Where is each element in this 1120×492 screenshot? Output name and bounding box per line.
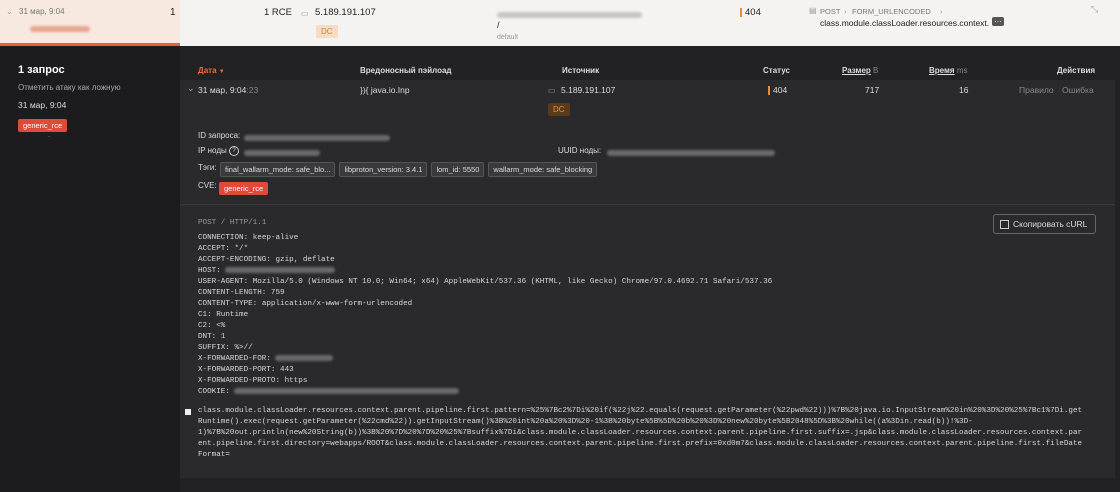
attack-summary-row[interactable]: ⌄ 31 мар, 9:04 1 1 RCE ▭ 5.189.191.107 D… (0, 0, 1120, 46)
top-param: class.module.classLoader.resources.conte… (820, 18, 990, 28)
header-line: X-FORWARDED-FOR: (198, 354, 772, 365)
tags-label: Тэги: (198, 163, 217, 172)
header-line: ACCEPT: */* (198, 245, 249, 253)
request-headers: CONNECTION: keep-alive ACCEPT: */* ACCEP… (198, 233, 772, 398)
row-time: 16 (959, 85, 969, 95)
cve-badge: generic_rce (219, 178, 269, 196)
attack-badge: generic_rce (18, 115, 68, 133)
row-date: 31 мар, 9:04:23 (198, 85, 259, 95)
tag: final_wallarm_mode: safe_blo... (220, 162, 336, 177)
request-id-label: ID запроса: (198, 131, 241, 140)
chevron-down-icon[interactable]: ⌄ (6, 7, 13, 16)
request-body: class.module.classLoader.resources.conte… (198, 406, 1082, 461)
collapse-icon[interactable]: ⤡ (1091, 4, 1098, 15)
top-path-sub: default (497, 34, 519, 41)
row-ip[interactable]: 5.189.191.107 (561, 85, 615, 95)
header-line: C2: <% (198, 322, 226, 330)
body-line: 1)%7B%20out.println(new%20String(b))%3B%… (198, 429, 1083, 437)
rule-action[interactable]: Правило (1019, 85, 1054, 95)
selected-cell[interactable]: ⌄ 31 мар, 9:04 (0, 0, 180, 46)
mark-false-positive-link[interactable]: Отметить атаку как ложную (18, 83, 121, 92)
header-line: SUFFIX: %>// (198, 344, 253, 352)
header-line: X-FORWARDED-PROTO: https (198, 377, 308, 385)
header-line: HOST: (198, 266, 772, 277)
column-status-header: Статус (763, 66, 790, 75)
node-uuid-label: UUID ноды: (558, 146, 602, 155)
header-line: CONTENT-TYPE: application/x-www-form-url… (198, 300, 413, 308)
sidebar-title: 1 запрос (18, 64, 65, 76)
header-line: ACCEPT-ENCODING: gzip, deflate (198, 256, 335, 264)
body-marker-icon (185, 409, 191, 415)
help-icon: ? (228, 146, 239, 156)
row-status: 404 (768, 85, 787, 96)
chevron-down-icon[interactable]: ⌄ (187, 83, 195, 94)
column-date-header[interactable]: Дата ▼ (198, 66, 225, 75)
header-line: DNT: 1 (198, 333, 226, 341)
divider (180, 204, 1115, 205)
request-line: POST / HTTP/1.1 (198, 219, 267, 227)
hits-count: 1 (170, 7, 176, 18)
dc-badge: DC (548, 99, 570, 117)
param-icon: ▤ (809, 6, 817, 15)
body-line: class.module.classLoader.resources.conte… (198, 407, 1083, 415)
top-date: 31 мар, 9:04 (19, 7, 65, 16)
top-path[interactable]: / (497, 20, 500, 30)
attack-type[interactable]: 1 RCE (264, 7, 292, 18)
column-actions-header: Действия (1057, 66, 1096, 75)
header-line: CONTENT-LENGTH: 759 (198, 289, 285, 297)
copy-icon (1000, 220, 1009, 230)
column-size-header[interactable]: Размер B (842, 66, 878, 75)
node-uuid-value (607, 144, 775, 162)
ip-icon: ▭ (548, 86, 556, 95)
top-method: POST (820, 7, 841, 16)
cve-label: CVE: (198, 181, 217, 190)
body-line: ent.pipeline.first.directory=webapps/ROO… (198, 440, 1083, 448)
sidebar-date: 31 мар, 9:04 (18, 100, 67, 110)
row-payload: }){ java.io.Inp (360, 85, 410, 95)
header-line: COOKIE: (198, 387, 772, 398)
tag: lom_id: 5550 (431, 162, 485, 177)
row-size: 717 (865, 85, 880, 95)
header-line: X-FORWARDED-PORT: 443 (198, 366, 294, 374)
error-action[interactable]: Ошибка (1062, 85, 1094, 95)
separator-icon: › (940, 7, 943, 16)
header-line: USER-AGENT: Mozilla/5.0 (Windows NT 10.0… (198, 278, 773, 286)
node-ip-label: IP ноды ? (198, 146, 239, 156)
dc-badge: DC (316, 21, 338, 39)
header-line: C1: Runtime (198, 311, 249, 319)
top-status: 404 (740, 7, 761, 18)
tag: libproton_version: 3.4.1 (339, 162, 428, 177)
body-line: Format= (198, 451, 230, 459)
table-row[interactable] (180, 80, 1115, 116)
column-source-header: Источник (562, 66, 600, 75)
ip-icon: ▭ (301, 9, 309, 18)
blurred-value (30, 20, 90, 38)
sidebar: 1 запрос Отметить атаку как ложную 31 ма… (0, 46, 180, 492)
separator-icon: › (844, 7, 847, 16)
more-button[interactable]: ··· (992, 17, 1004, 26)
tags-list: final_wallarm_mode: safe_blo... libproton… (220, 159, 601, 177)
blurred-domain (497, 6, 642, 24)
copy-curl-button[interactable]: Скопировать cURL (993, 214, 1097, 235)
top-param-type: FORM_URLENCODED (852, 7, 931, 16)
top-ip[interactable]: 5.189.191.107 (315, 7, 376, 18)
column-time-header[interactable]: Время ms (929, 66, 968, 75)
sidebar-dot: . (48, 130, 51, 139)
header-line: CONNECTION: keep-alive (198, 234, 299, 242)
body-line: Runtime().exec(request.getParameter(%22c… (198, 418, 973, 426)
tag: wallarm_mode: safe_blocking (488, 162, 598, 177)
column-payload-header: Вредоносный пэйлоад (360, 66, 452, 75)
